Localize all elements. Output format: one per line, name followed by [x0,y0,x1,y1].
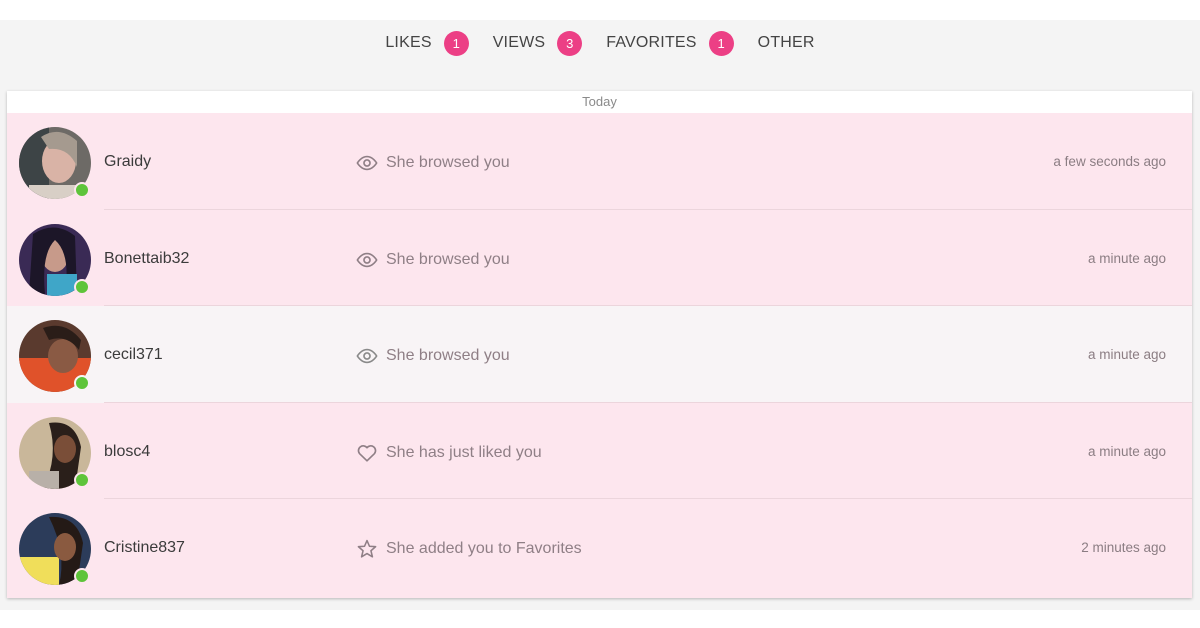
tab-label: VIEWS [492,34,546,51]
username[interactable]: cecil371 [104,346,163,364]
timestamp: a minute ago [1087,250,1166,266]
timestamp: a few seconds ago [1053,154,1166,169]
tab-likes[interactable]: LIKES 1 [385,30,469,56]
username[interactable]: Bonettaib32 [104,250,189,268]
activity-row[interactable]: blosc4 She has just liked you a minute a… [7,402,1192,500]
tab-label: FAVORITES [606,34,697,51]
online-indicator [74,182,90,198]
likes-count-badge: 1 [443,30,469,56]
online-indicator [74,375,90,392]
username[interactable]: Graidy [104,153,151,171]
activity-description: She has just liked you [356,442,542,464]
tab-views[interactable]: VIEWS 3 [492,30,583,56]
activity-description: She browsed you [356,345,510,367]
tab-other[interactable]: OTHER [758,34,815,52]
online-indicator [74,471,90,488]
activity-row[interactable]: Cristine837 She added you to Favorites 2… [7,499,1192,596]
eye-icon [356,348,378,364]
date-group-header: Today [7,91,1192,113]
activity-text: She has just liked you [386,443,542,461]
eye-icon [356,252,378,267]
favorites-count-badge: 1 [708,30,734,56]
activity-text: She browsed you [386,347,510,365]
tab-label: LIKES [385,34,432,51]
heart-icon [357,444,377,462]
timestamp: a minute ago [1087,347,1166,363]
timestamp: a minute ago [1087,443,1166,459]
activity-text: She added you to Favorites [386,540,582,558]
activity-row[interactable]: Graidy She browsed you a few seconds ago [7,113,1192,210]
activity-text: She browsed you [386,154,510,171]
activity-feed: Today Graidy She browsed you a few secon… [7,91,1192,598]
tab-favorites[interactable]: FAVORITES 1 [606,30,734,56]
activity-tabs: LIKES 1 VIEWS 3 FAVORITES 1 OTHER [0,30,1200,56]
views-count-badge: 3 [557,30,583,56]
star-icon [357,540,377,558]
activity-text: She browsed you [386,250,510,268]
username[interactable]: Cristine837 [104,539,185,557]
username[interactable]: blosc4 [104,443,150,461]
tab-label: OTHER [757,34,815,51]
activity-row[interactable]: cecil371 She browsed you a minute ago [7,306,1192,403]
online-indicator [74,568,90,585]
timestamp: 2 minutes ago [1081,540,1166,556]
activity-row[interactable]: Bonettaib32 She browsed you a minute ago [7,209,1192,307]
activity-description: She browsed you [356,249,510,271]
eye-icon [356,155,378,171]
online-indicator [74,278,90,295]
activity-description: She added you to Favorites [356,538,582,560]
activity-description: She browsed you [356,152,510,174]
